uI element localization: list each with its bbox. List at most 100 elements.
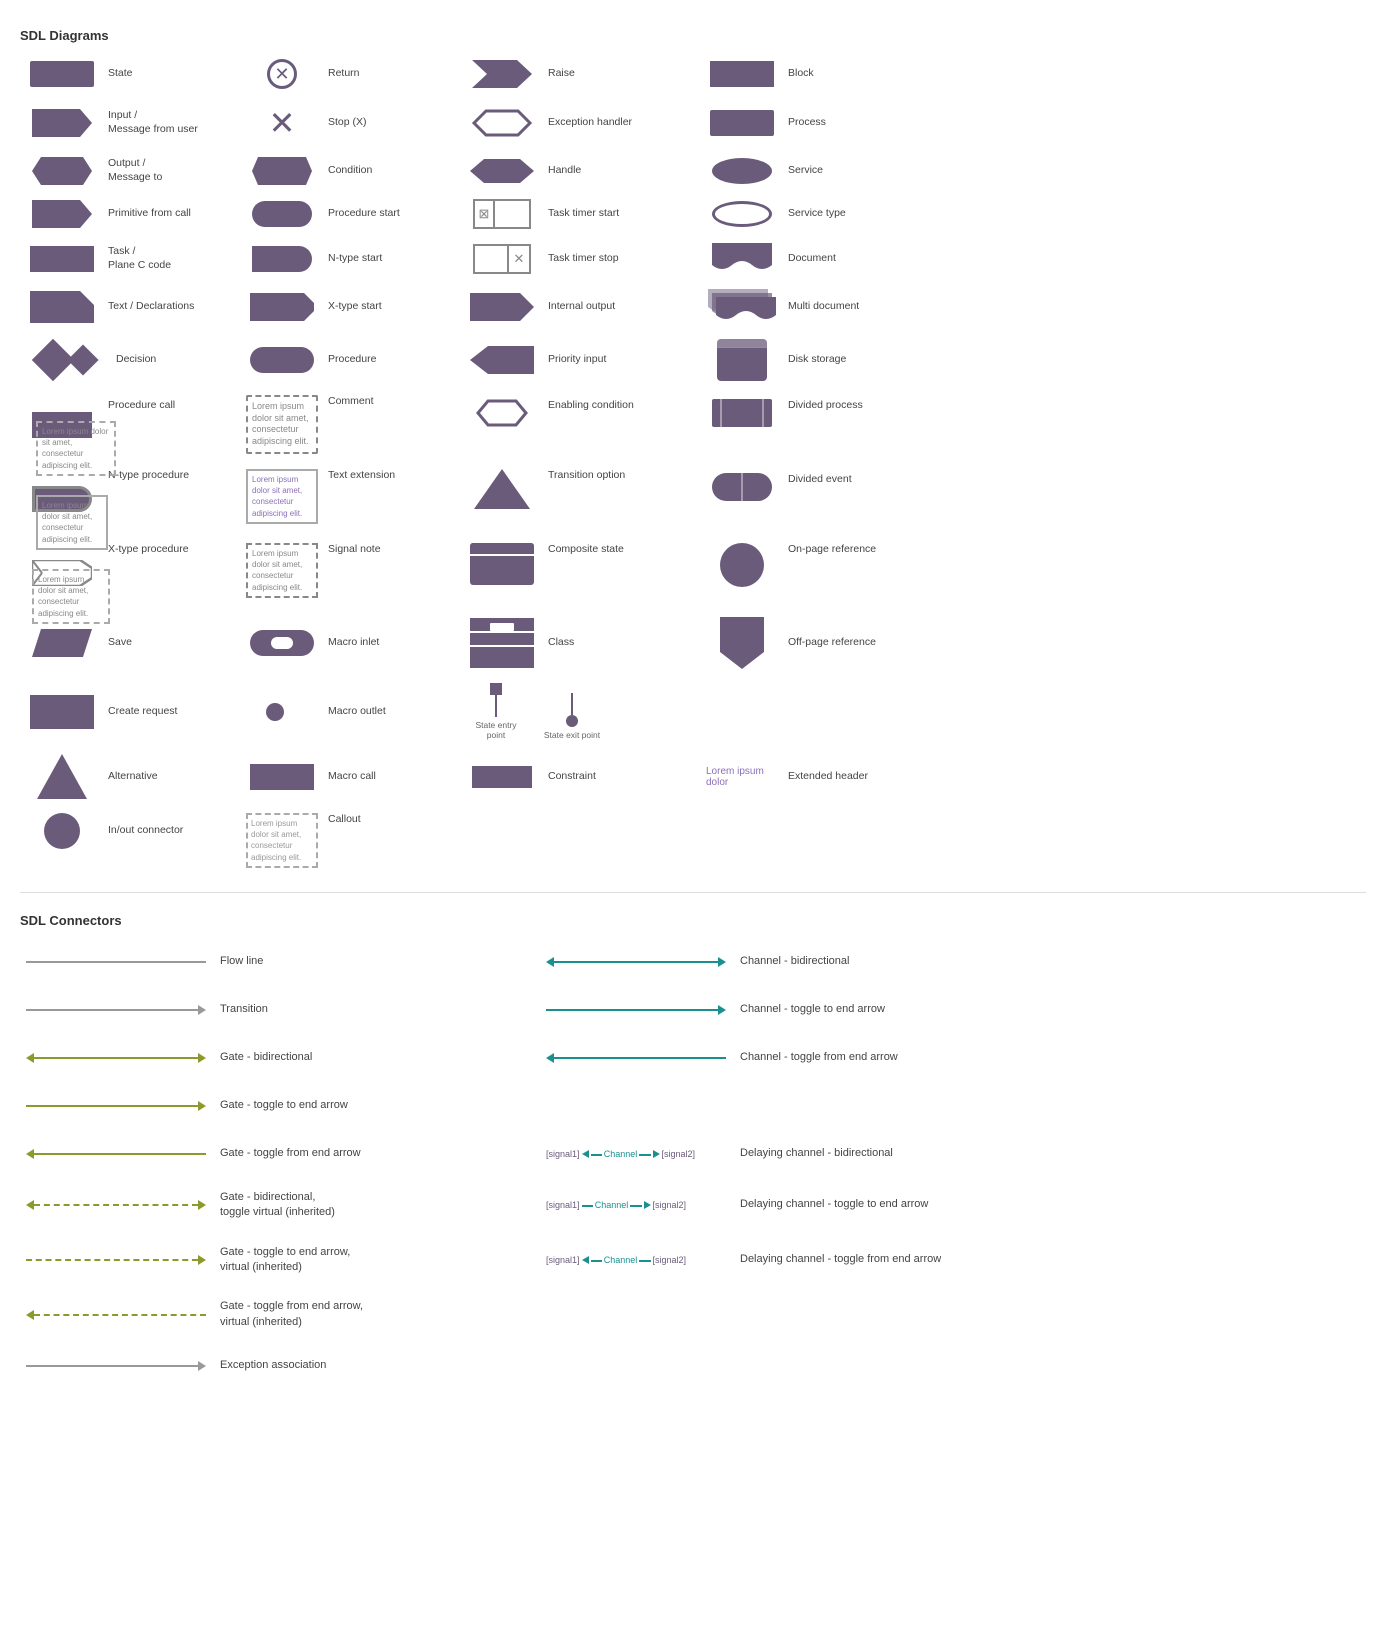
connector-delaying-toggle-from: [signal1] Channel [signal2] Delaying cha… (540, 1235, 1060, 1286)
text-extension-label: Text extension (328, 469, 395, 483)
flow-line-label: Flow line (220, 954, 263, 969)
shape-service: Service (700, 153, 900, 189)
shape-macro-call: Macro call (240, 759, 460, 795)
ntype-procedure-label: N-type procedure (108, 469, 189, 483)
shape-state: State (20, 56, 240, 92)
shape-composite-state: Composite state (460, 539, 700, 589)
task-label: Task /Plane C code (108, 245, 171, 272)
primitive-call-label: Primitive from call (108, 207, 191, 221)
alternative-label: Alternative (108, 770, 158, 784)
state-shape (30, 61, 94, 87)
state-exit-label: State exit point (542, 730, 602, 740)
shape-text-extension: Lorem ipsum dolor sit amet, consectetur … (240, 465, 460, 528)
shape-multi-document: Multi document (700, 285, 900, 329)
gate-bidir-shape (26, 1053, 206, 1063)
on-page-ref-label: On-page reference (788, 543, 876, 557)
priority-input-shape (470, 346, 534, 374)
service-type-label: Service type (788, 207, 846, 221)
task-timer-start-label: Task timer start (548, 207, 619, 221)
exception-association-label: Exception association (220, 1358, 326, 1373)
xtype-procedure-label: X-type procedure (108, 543, 189, 557)
task-timer-start-icon: ⊠ (473, 199, 495, 229)
connector-channel-toggle-end: Channel - toggle to end arrow (540, 988, 1060, 1032)
connector-delaying-bidir: [signal1] Channel [signal2] Delaying cha… (540, 1132, 1060, 1176)
sdl-diagrams-title: SDL Diagrams (20, 28, 1366, 43)
macro-inlet-label: Macro inlet (328, 636, 379, 650)
extended-header-text: Lorem ipsum dolor (706, 766, 778, 788)
off-page-ref-shape (720, 617, 764, 669)
shape-off-page-ref: Off-page reference (700, 613, 900, 673)
priority-input-label: Priority input (548, 353, 606, 367)
signal-note-label: Signal note (328, 543, 381, 557)
shape-service-type: Service type (700, 196, 900, 232)
transition-option-shape (474, 469, 530, 509)
shape-constraint: Constraint (460, 759, 700, 795)
flow-line-shape (26, 961, 206, 963)
enabling-condition-shape (470, 399, 534, 427)
decision-shape-2 (67, 344, 98, 375)
raise-label: Raise (548, 67, 575, 81)
decision-label: Decision (116, 353, 156, 367)
shape-signal-note: Lorem ipsum dolor sit amet, consectetur … (240, 539, 460, 602)
primitive-call-shape (32, 200, 92, 228)
callout-shape: Lorem ipsum dolor sit amet, consectetur … (246, 813, 318, 868)
procedure-label: Procedure (328, 353, 376, 367)
transition-option-label: Transition option (548, 469, 625, 483)
constraint-label: Constraint (548, 770, 596, 784)
create-request-shape (30, 695, 94, 729)
xtype-start-label: X-type start (328, 300, 382, 314)
procedure-start-shape (252, 201, 312, 227)
delaying-bidir-shape: [signal1] Channel [signal2] (546, 1149, 695, 1159)
state-entry-label: State entry point (466, 720, 526, 740)
task-timer-stop-box (473, 244, 509, 274)
shape-divided-process: Divided process (700, 391, 900, 431)
shape-macro-inlet: Macro inlet (240, 625, 460, 661)
shape-task-timer-stop: ✕ Task timer stop (460, 240, 700, 278)
document-label: Document (788, 252, 836, 266)
divided-event-shape (712, 473, 772, 501)
ntype-start-label: N-type start (328, 252, 382, 266)
process-label: Process (788, 116, 826, 130)
connector-gate-bidir: Gate - bidirectional (20, 1036, 540, 1080)
gate-toggle-end-label: Gate - toggle to end arrow (220, 1098, 348, 1113)
shape-xtype-start: X-type start (240, 289, 460, 325)
gate-toggle-from-virtual-label: Gate - toggle from end arrow,virtual (in… (220, 1299, 363, 1330)
sdl-connectors-title: SDL Connectors (20, 913, 1366, 928)
procedure-call-label: Procedure call (108, 399, 175, 413)
stop-shape: ✕ (262, 103, 302, 143)
text-extension-shape: Lorem ipsum dolor sit amet, consectetur … (246, 469, 318, 524)
alternative-shape (37, 754, 87, 799)
channel-toggle-end-label: Channel - toggle to end arrow (740, 1002, 885, 1017)
document-shape (712, 243, 772, 275)
raise-shape (472, 60, 532, 88)
shape-state-entry-exit: State entry point State exit point (460, 679, 700, 744)
state-exit-point: State exit point (542, 693, 602, 740)
exception-handler-shape (470, 109, 534, 137)
shape-task: Task /Plane C code (20, 241, 240, 277)
enabling-condition-label: Enabling condition (548, 399, 634, 413)
text-decl-shape (30, 291, 94, 323)
state-label: State (108, 67, 133, 81)
divided-process-label: Divided process (788, 399, 863, 413)
shape-save: Save (20, 625, 240, 661)
multi-document-label: Multi document (788, 300, 859, 314)
exception-handler-label: Exception handler (548, 116, 632, 130)
procedure-call-comment: Lorem ipsum dolor sit amet, consectetur … (36, 421, 116, 476)
delaying-bidir-label: Delaying channel - bidirectional (740, 1146, 893, 1161)
task-timer-start-box (495, 199, 531, 229)
service-type-shape (712, 201, 772, 227)
gate-bidir-virtual-label: Gate - bidirectional,toggle virtual (inh… (220, 1190, 335, 1221)
internal-output-label: Internal output (548, 300, 615, 314)
shape-return: ✕ Return (240, 55, 460, 93)
channel-toggle-from-shape (546, 1053, 726, 1063)
constraint-shape (472, 766, 532, 788)
gate-bidir-virtual-shape (26, 1200, 206, 1210)
shape-block: Block (700, 56, 900, 92)
output-shape (32, 157, 92, 185)
text-decl-label: Text / Declarations (108, 300, 194, 314)
macro-outlet-shape (266, 703, 284, 721)
shape-task-timer-start: ⊠ Task timer start (460, 195, 700, 233)
shape-callout: Lorem ipsum dolor sit amet, consectetur … (240, 809, 460, 872)
shape-on-page-ref: On-page reference (700, 539, 900, 591)
extended-header-label: Extended header (788, 770, 868, 784)
